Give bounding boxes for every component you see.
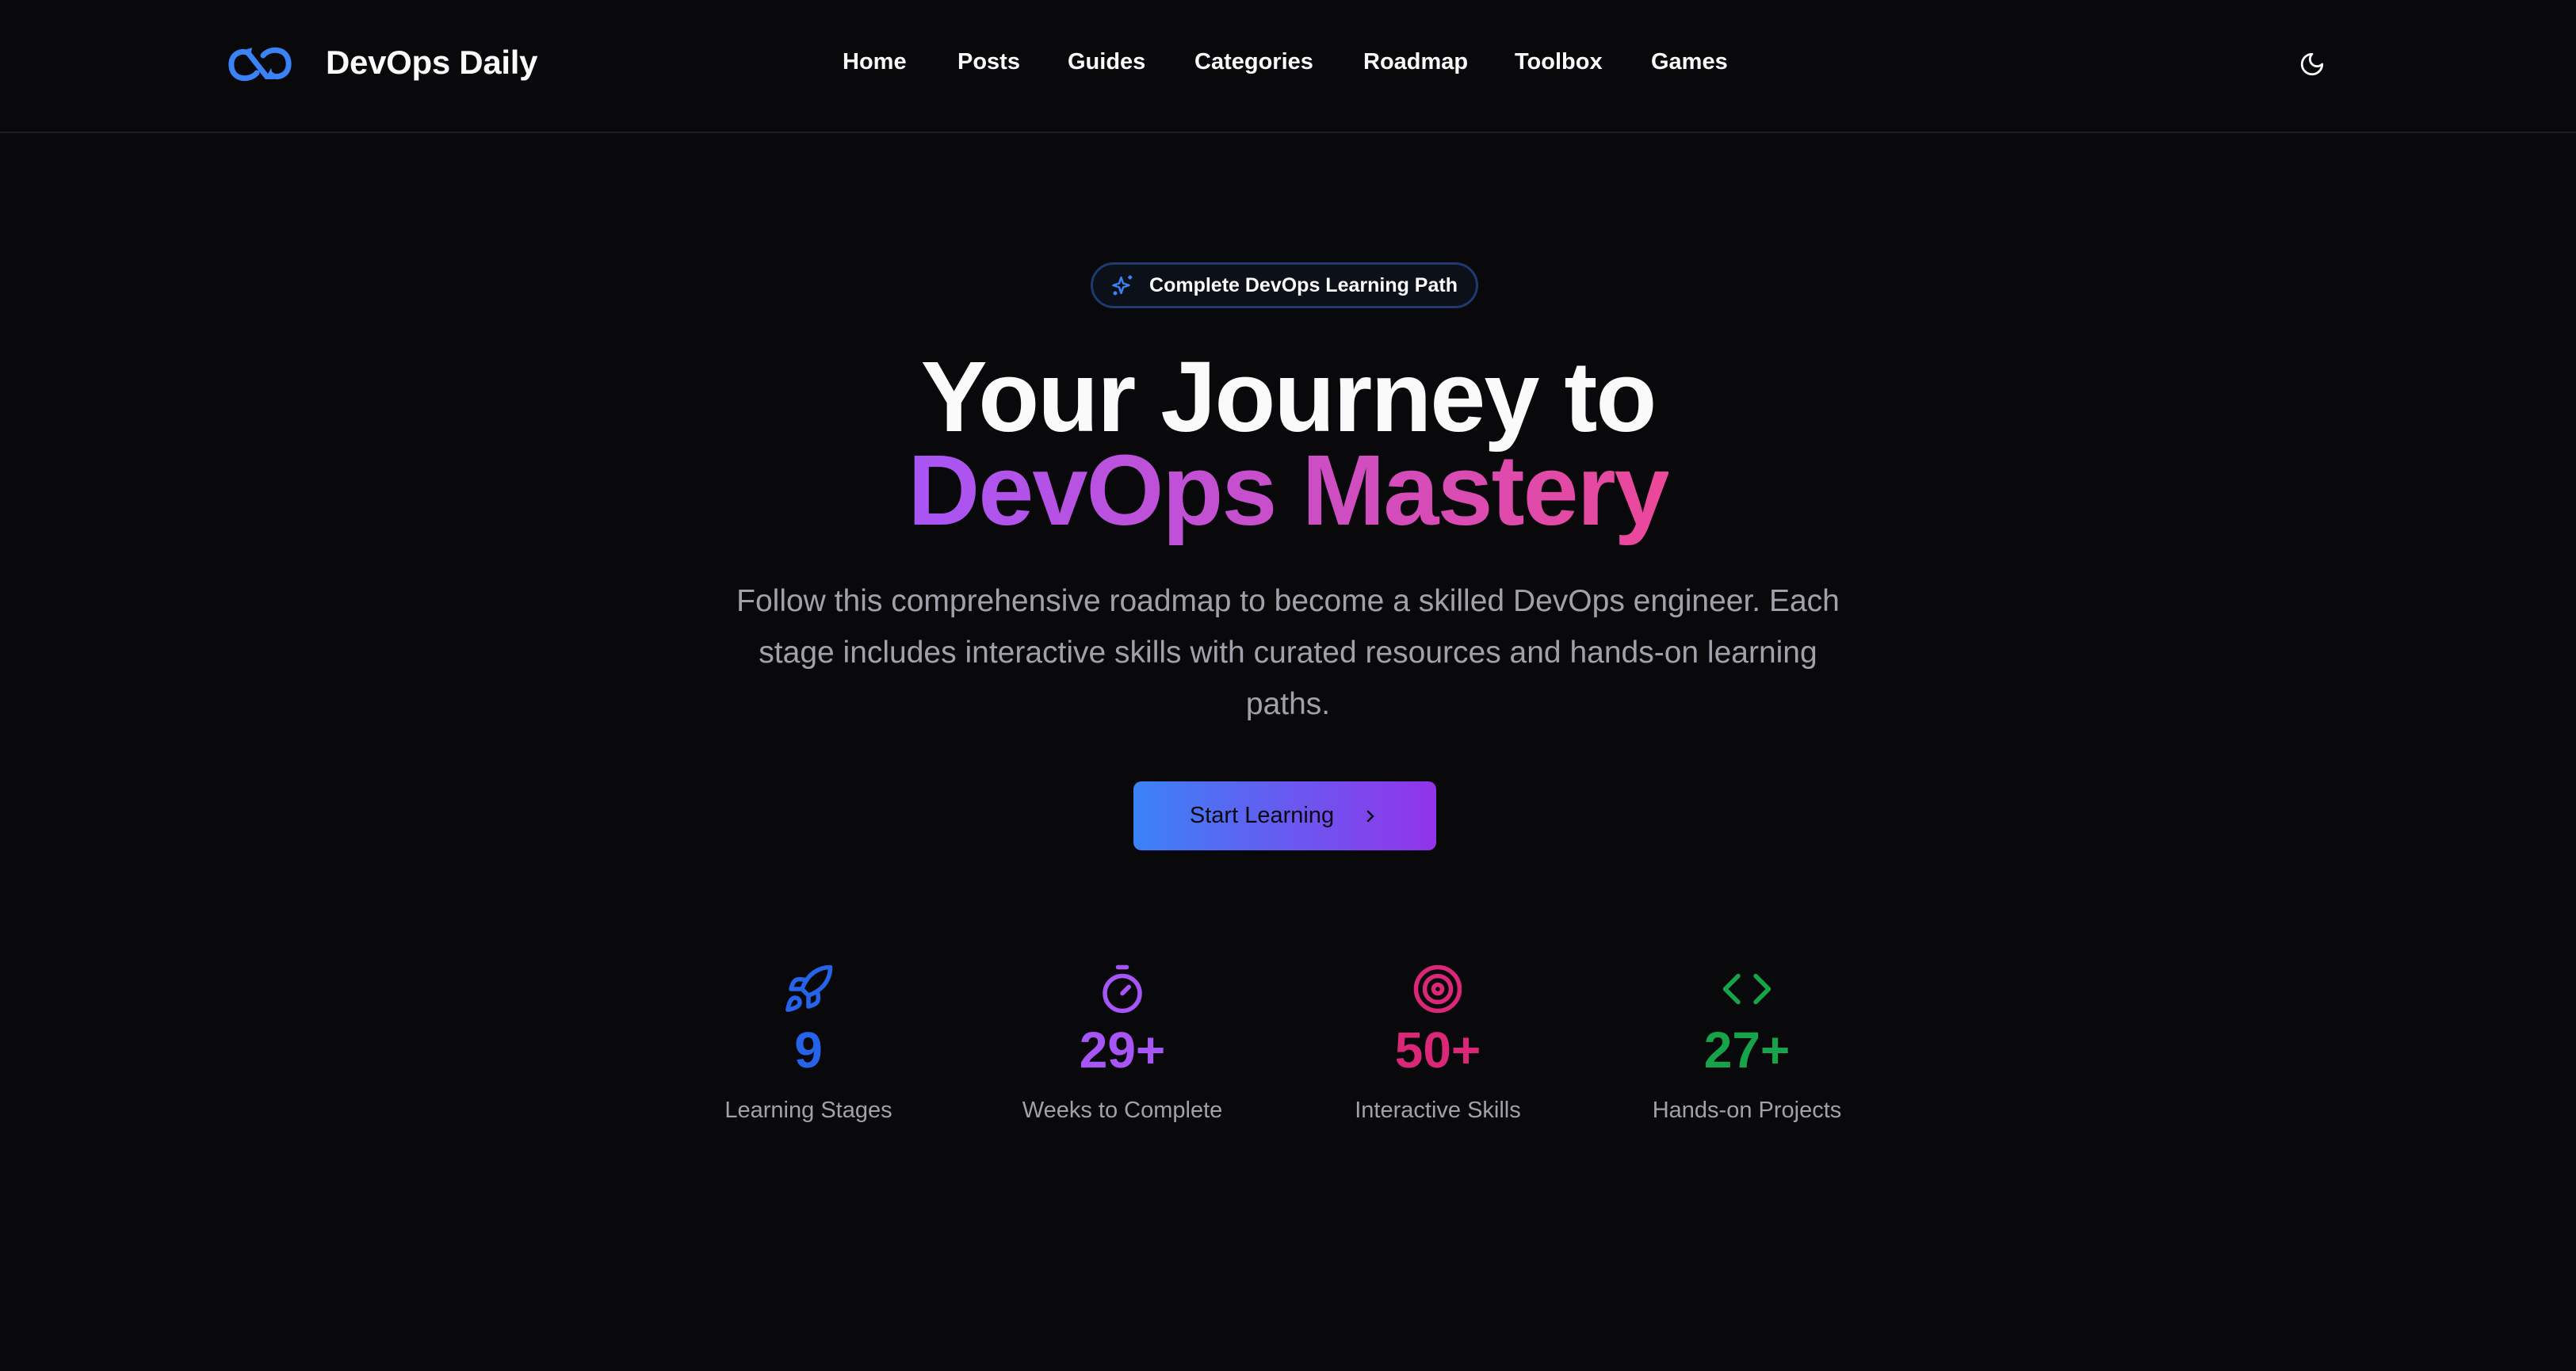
stat-value: 29+ <box>972 1025 1273 1075</box>
brand-name[interactable]: DevOps Daily <box>326 44 537 82</box>
hero-title-line1: Your Journey to <box>0 347 2576 447</box>
stat-label: Interactive Skills <box>1287 1098 1588 1124</box>
site-header: DevOps Daily Home Posts Guides Categorie… <box>0 0 2576 133</box>
nav-home[interactable]: Home <box>843 49 907 75</box>
stat-value: 9 <box>658 1025 959 1075</box>
stat-learning-stages: 9 Learning Stages <box>658 963 959 1124</box>
stat-label: Weeks to Complete <box>972 1098 1273 1124</box>
stat-label: Hands-on Projects <box>1596 1098 1898 1124</box>
stat-skills: 50+ Interactive Skills <box>1287 963 1588 1124</box>
stat-label: Learning Stages <box>658 1098 959 1124</box>
chevron-right-icon <box>1361 807 1380 826</box>
target-icon <box>1412 963 1464 1015</box>
moon-icon[interactable] <box>2299 51 2326 78</box>
stat-value: 50+ <box>1287 1025 1588 1075</box>
learning-path-badge: Complete DevOps Learning Path <box>1091 262 1478 308</box>
rocket-icon <box>782 963 835 1015</box>
stat-weeks: 29+ Weeks to Complete <box>972 963 1273 1124</box>
sparkles-icon <box>1111 273 1135 297</box>
badge-text: Complete DevOps Learning Path <box>1149 274 1458 297</box>
stat-projects: 27+ Hands-on Projects <box>1596 963 1898 1124</box>
timer-icon <box>1096 963 1148 1015</box>
stat-value: 27+ <box>1596 1025 1898 1075</box>
nav-guides[interactable]: Guides <box>1068 49 1145 75</box>
start-learning-label: Start Learning <box>1190 803 1334 829</box>
nav-roadmap[interactable]: Roadmap <box>1363 49 1468 75</box>
hero-description: Follow this comprehensive roadmap to bec… <box>733 575 1843 730</box>
nav-categories[interactable]: Categories <box>1194 49 1313 75</box>
nav-posts[interactable]: Posts <box>957 49 1020 75</box>
nav-games[interactable]: Games <box>1651 49 1728 75</box>
logo-infinity-icon[interactable] <box>225 44 295 84</box>
hero-title-line2: DevOps Mastery <box>908 434 1668 546</box>
start-learning-button[interactable]: Start Learning <box>1133 781 1436 850</box>
nav-toolbox[interactable]: Toolbox <box>1515 49 1603 75</box>
code-icon <box>1721 963 1773 1015</box>
